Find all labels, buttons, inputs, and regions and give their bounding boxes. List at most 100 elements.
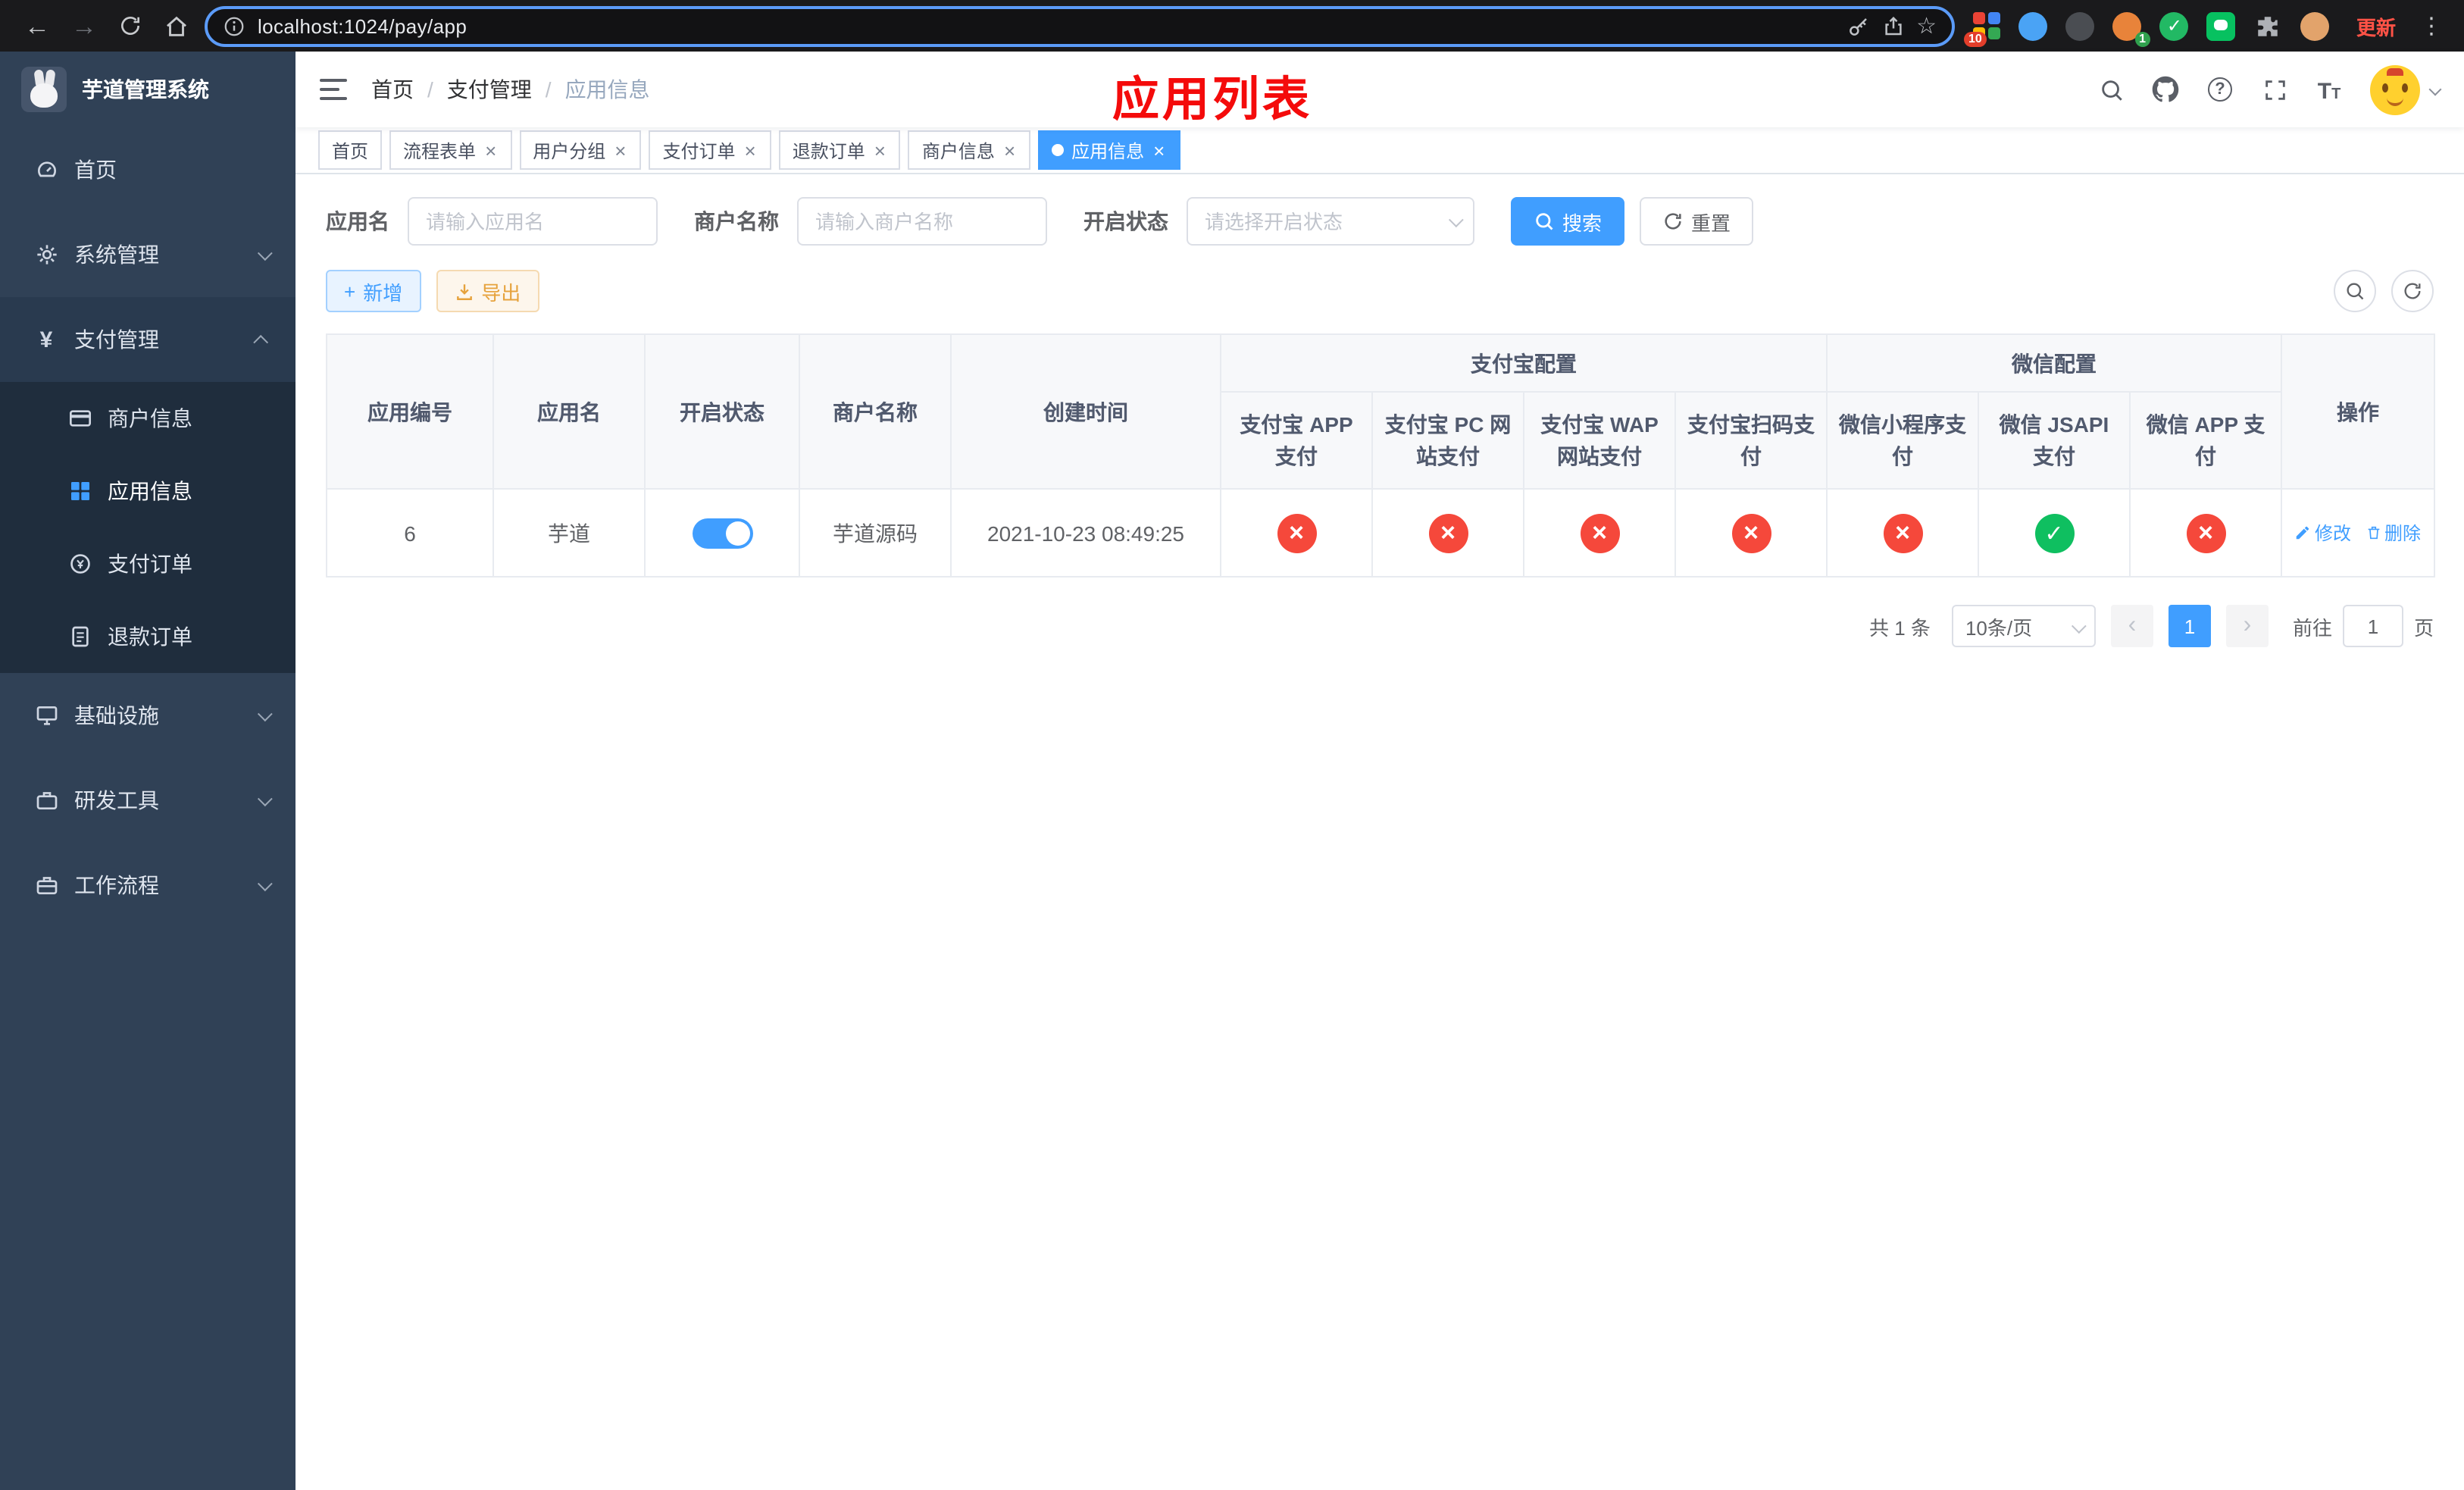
tab-home[interactable]: 首页 <box>318 130 383 170</box>
back-icon[interactable]: ← <box>24 13 50 39</box>
password-key-icon[interactable] <box>1846 14 1869 37</box>
edit-link[interactable]: 修改 <box>2295 520 2351 546</box>
extension-avatar-icon[interactable]: 1 <box>2111 9 2150 47</box>
tab-refund-orders[interactable]: 退款订单 × <box>778 130 901 170</box>
fullscreen-icon[interactable] <box>2261 76 2288 103</box>
bookmark-star-icon[interactable]: ☆ <box>1916 12 1937 39</box>
app-logo[interactable]: 芋道管理系统 <box>0 52 295 127</box>
github-icon[interactable] <box>2152 76 2179 103</box>
extension-grid-icon[interactable]: 10 <box>1963 9 2003 47</box>
status-icon <box>1277 513 1316 552</box>
sidebar-item-dev-tools[interactable]: 研发工具 <box>0 758 295 843</box>
sidebar-item-refund-orders[interactable]: 退款订单 <box>0 600 295 673</box>
sidebar-item-system[interactable]: 系统管理 <box>0 212 295 297</box>
sidebar-item-workflow[interactable]: 工作流程 <box>0 843 295 928</box>
font-size-icon[interactable]: TT <box>2315 76 2343 103</box>
screen: ← → localhost:1024/pay/app ☆ 10 1 ✓ 更新 ⋮… <box>0 0 2464 1490</box>
browser-toolbar: ← → localhost:1024/pay/app ☆ 10 1 ✓ 更新 ⋮ <box>0 0 2464 52</box>
chrome-update-button[interactable]: 更新 <box>2347 11 2405 40</box>
close-icon[interactable]: × <box>1002 140 1017 160</box>
app-title: 芋道管理系统 <box>82 77 209 102</box>
content: 应用名 商户名称 开启状态 搜索 重置 <box>295 174 2464 1490</box>
tab-process-form[interactable]: 流程表单 × <box>389 130 512 170</box>
col-created: 创建时间 <box>950 333 1221 490</box>
site-info-icon[interactable] <box>223 14 245 37</box>
sidebar-item-label: 首页 <box>74 158 117 182</box>
tab-bar: 首页 流程表单 × 用户分组 × 支付订单 × 退款订单 × 商户信息 × 应用… <box>295 127 2464 174</box>
status-select-input[interactable] <box>1187 197 1474 246</box>
cell-wx-mini <box>1826 488 1979 578</box>
tab-payment-orders[interactable]: 支付订单 × <box>649 130 771 170</box>
close-icon[interactable]: × <box>613 140 627 160</box>
next-page-button[interactable]: › <box>2225 605 2269 647</box>
extension-chat-icon[interactable] <box>2205 9 2238 42</box>
forward-icon[interactable]: → <box>71 13 97 39</box>
page-number-button[interactable]: 1 <box>2168 605 2211 647</box>
search-button[interactable]: 搜索 <box>1511 197 1625 246</box>
sidebar-item-payment-orders[interactable]: 支付订单 <box>0 527 295 600</box>
sidebar-item-label: 系统管理 <box>74 243 159 267</box>
status-toggle[interactable] <box>692 518 752 548</box>
help-icon[interactable]: ? <box>2206 76 2234 103</box>
refresh-icon[interactable] <box>2391 270 2434 312</box>
app-name-input[interactable] <box>408 197 658 246</box>
cell-merchant: 芋道源码 <box>799 488 952 578</box>
extension-blue-icon[interactable] <box>2017 9 2050 42</box>
dashboard-icon <box>33 157 59 183</box>
add-button[interactable]: + 新增 <box>326 270 421 312</box>
col-status: 开启状态 <box>644 333 800 490</box>
close-icon[interactable]: × <box>483 140 498 160</box>
tab-merchant-info[interactable]: 商户信息 × <box>908 130 1031 170</box>
search-icon[interactable] <box>2097 76 2125 103</box>
extension-dark-icon[interactable] <box>2064 9 2097 42</box>
share-icon[interactable] <box>1881 14 1904 37</box>
reload-icon[interactable] <box>118 14 142 38</box>
browser-menu-icon[interactable]: ⋮ <box>2420 12 2449 39</box>
sidebar-item-app-info[interactable]: 应用信息 <box>0 455 295 527</box>
sidebar-item-payment[interactable]: ¥ 支付管理 <box>0 297 295 382</box>
col-app-id: 应用编号 <box>326 333 494 490</box>
address-bar[interactable]: localhost:1024/pay/app ☆ <box>205 5 1955 46</box>
merchant-name-label: 商户名称 <box>694 209 779 233</box>
tab-label: 应用信息 <box>1071 140 1145 161</box>
annotation-title: 应用列表 <box>1112 73 1312 126</box>
sidebar-item-label: 商户信息 <box>108 406 192 430</box>
breadcrumb-payment[interactable]: 支付管理 <box>447 74 532 105</box>
merchant-name-input[interactable] <box>797 197 1047 246</box>
tab-app-info[interactable]: 应用信息 × <box>1038 130 1180 170</box>
home-icon[interactable] <box>164 13 189 39</box>
header-actions: ? TT <box>2097 64 2442 114</box>
extension-green-check-icon[interactable]: ✓ <box>2158 9 2191 42</box>
close-icon[interactable]: × <box>1152 140 1166 160</box>
sidebar-item-merchant-info[interactable]: 商户信息 <box>0 382 295 455</box>
sidebar-item-label: 研发工具 <box>74 788 159 812</box>
toggle-search-icon[interactable] <box>2334 270 2376 312</box>
close-icon[interactable]: × <box>743 140 758 160</box>
sidebar-item-home[interactable]: 首页 <box>0 127 295 212</box>
breadcrumb-home[interactable]: 首页 <box>371 74 414 105</box>
tab-user-group[interactable]: 用户分组 × <box>519 130 642 170</box>
goto-page-input[interactable] <box>2342 605 2403 647</box>
status-icon <box>2034 513 2074 552</box>
sidebar-item-label: 退款订单 <box>108 624 192 649</box>
table-toolbar: + 新增 导出 <box>326 270 2434 312</box>
delete-link[interactable]: 删除 <box>2365 520 2421 546</box>
status-icon <box>1580 513 1619 552</box>
extension-face-icon[interactable] <box>2299 9 2332 42</box>
cell-wx-app <box>2129 488 2282 578</box>
reset-button[interactable]: 重置 <box>1640 197 1754 246</box>
page-size-select[interactable]: 10条/页 <box>1951 605 2096 647</box>
col-alipay-qr: 支付宝扫码支付 <box>1674 391 1828 490</box>
extensions-puzzle-icon[interactable] <box>2252 9 2285 42</box>
close-icon[interactable]: × <box>873 140 887 160</box>
sidebar-item-infrastructure[interactable]: 基础设施 <box>0 673 295 758</box>
goto-suffix: 页 <box>2413 616 2434 639</box>
prev-page-button[interactable]: ‹ <box>2110 605 2153 647</box>
export-button[interactable]: 导出 <box>436 270 539 312</box>
col-wx-app: 微信 APP 支付 <box>2129 391 2282 490</box>
avatar <box>2370 64 2420 114</box>
extension-badge: 10 <box>1963 32 1987 47</box>
sidebar-collapse-icon[interactable] <box>320 79 347 100</box>
status-select[interactable] <box>1187 197 1474 246</box>
user-avatar-dropdown[interactable] <box>2370 64 2442 114</box>
